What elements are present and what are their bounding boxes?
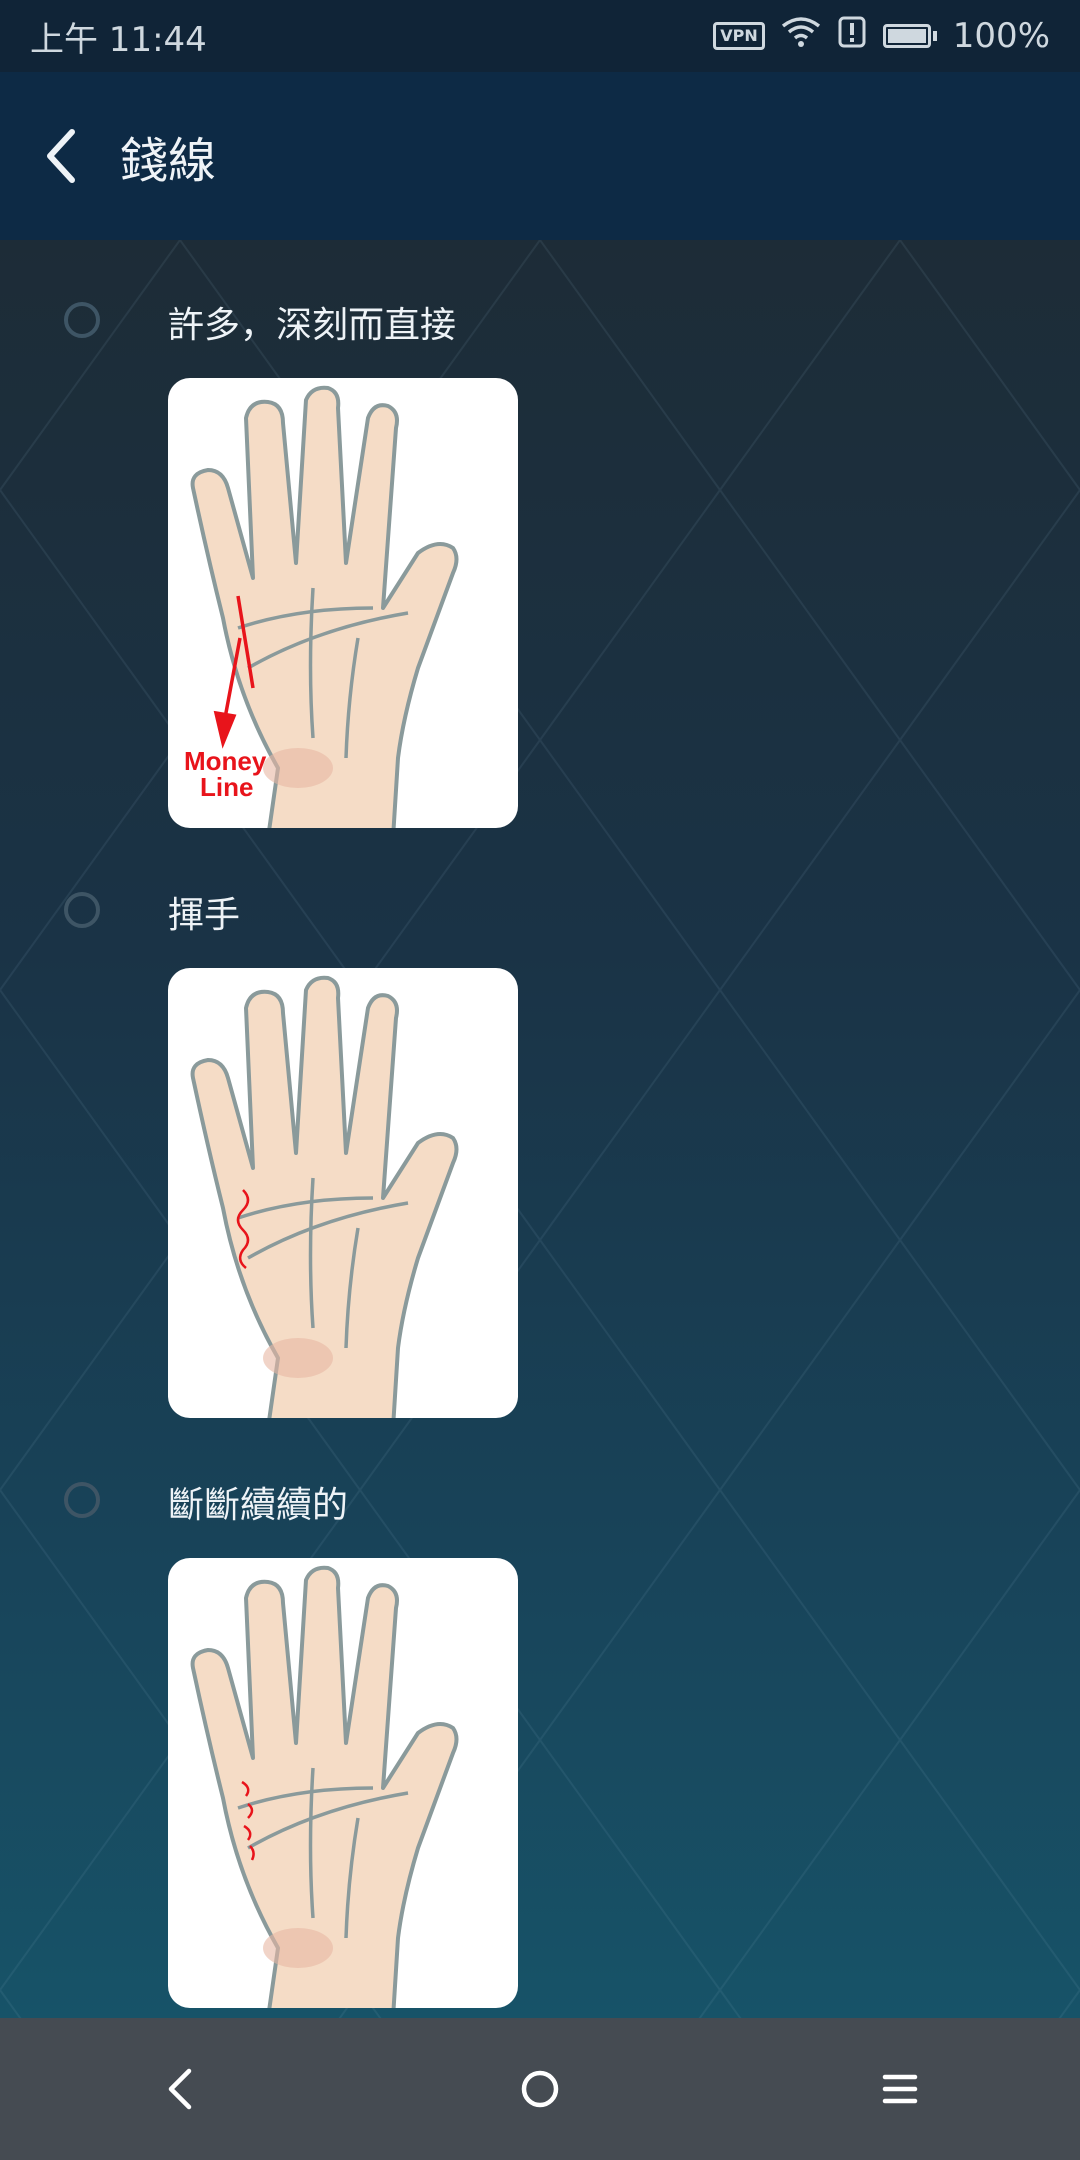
nav-home-button[interactable]: [480, 2029, 600, 2149]
background-pattern: [0, 240, 1080, 2018]
chevron-left-icon: [47, 129, 75, 183]
app-bar: 錢線: [0, 72, 1080, 240]
back-button[interactable]: [0, 72, 120, 240]
triangle-back-icon: [168, 2068, 192, 2110]
line-label: Line: [200, 772, 253, 802]
status-icons: VPN 100%: [713, 15, 1050, 58]
status-bar: 上午 11:44 VPN 100%: [0, 0, 1080, 72]
circle-home-icon: [521, 2070, 559, 2108]
battery-icon: [882, 24, 937, 48]
option-label: 斷斷續續的: [168, 1485, 349, 1526]
battery-percent: 100%: [952, 16, 1050, 56]
radio-button[interactable]: [64, 302, 100, 338]
palm-image-wavy: [168, 968, 518, 1418]
radio-button[interactable]: [64, 1482, 100, 1518]
options-list: 許多，深刻而直接 Money Line 揮手 斷斷續續的: [0, 240, 1080, 2018]
nav-back-button[interactable]: [120, 2029, 240, 2149]
hamburger-menu-icon: [882, 2074, 918, 2104]
status-time: 上午 11:44: [30, 19, 207, 60]
option-label: 揮手: [168, 895, 241, 936]
palm-image-deep-straight: Money Line: [168, 378, 518, 828]
alert-icon: [837, 15, 867, 58]
nav-menu-button[interactable]: [840, 2029, 960, 2149]
option-label: 許多，深刻而直接: [168, 305, 457, 346]
system-nav-bar: [0, 2018, 1080, 2160]
vpn-icon: VPN: [713, 22, 765, 50]
wifi-icon: [781, 16, 821, 57]
page-title: 錢線: [120, 133, 217, 189]
palm-image-broken: [168, 1558, 518, 2008]
radio-button[interactable]: [64, 892, 100, 928]
